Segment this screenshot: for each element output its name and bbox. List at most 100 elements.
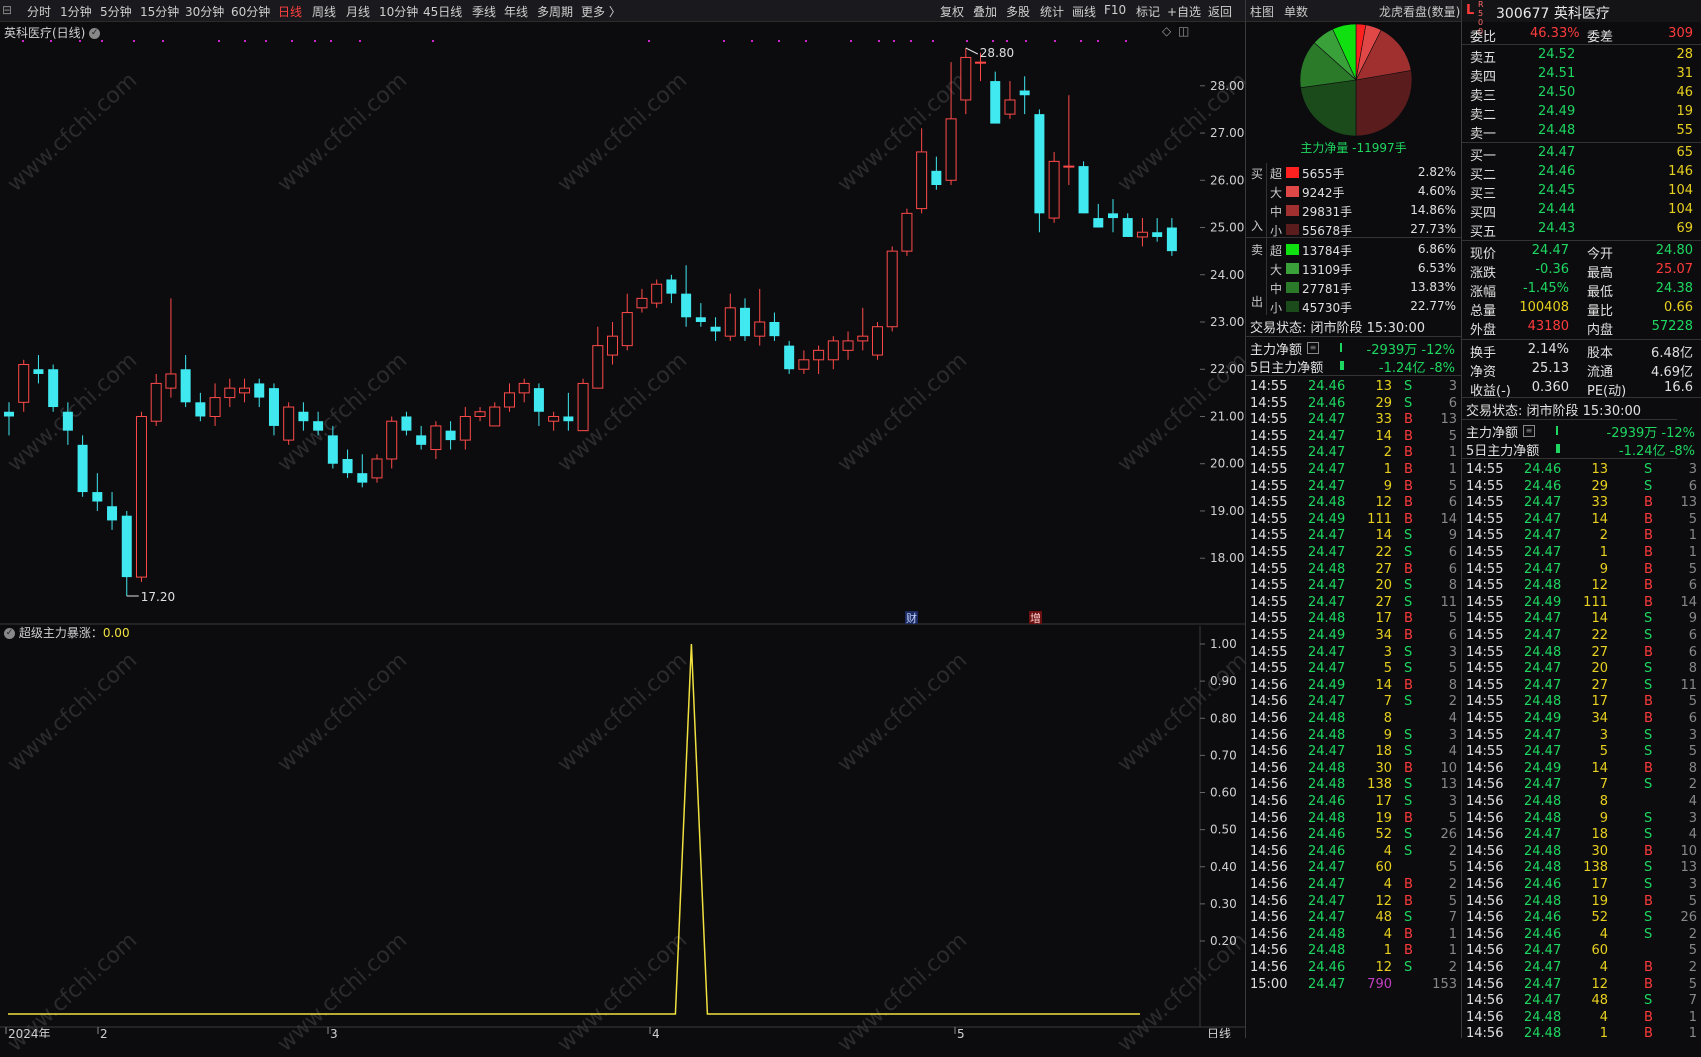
period-tab-1[interactable]: 1分钟 (60, 3, 92, 20)
bid-row[interactable]: 买一 24.47 65 (1462, 145, 1701, 164)
tick-time: 14:56 (1466, 877, 1504, 892)
right-info-icon[interactable]: ≡ (1523, 425, 1535, 437)
candle-body-up (548, 415, 560, 422)
right-tick-list[interactable]: 14:55 24.46 13 S 3 14:55 24.46 29 S 6 14… (1462, 460, 1701, 1038)
high-pointer (965, 47, 979, 55)
tick-side: S (1644, 910, 1653, 926)
tick-time: 14:56 (1466, 827, 1504, 843)
tick-side: B (1404, 478, 1413, 494)
tick-price: 24.46 (1308, 843, 1346, 859)
tick-count: 11 (1680, 677, 1697, 693)
period-tab-14[interactable]: 更多 〉 (581, 3, 621, 20)
tick-count: 5 (1688, 561, 1697, 577)
divider (1462, 339, 1701, 340)
ask-row[interactable]: 卖五 24.52 28 (1462, 47, 1701, 66)
toolbar-item-7[interactable]: +自选 (1167, 3, 1201, 20)
indicator-title: ✓ 超级主力暴涨：0.00 (4, 626, 130, 640)
mid-main-net-bar (1340, 343, 1342, 352)
tick-volume: 18 (1375, 744, 1392, 760)
tick-time: 14:55 (1466, 578, 1504, 594)
tick-price: 24.47 (1524, 993, 1562, 1009)
tick-row: 14:55 24.49 34 B 6 (1462, 711, 1701, 729)
tick-count: 5 (1688, 943, 1697, 959)
tick-price: 24.47 (1308, 545, 1346, 560)
ask-price: 24.48 (1538, 123, 1576, 138)
bid-row[interactable]: 买三 24.45 104 (1462, 183, 1701, 202)
period-tab-13[interactable]: 多周期 (537, 3, 573, 20)
bid-row[interactable]: 买二 24.46 146 (1462, 164, 1701, 183)
tick-volume: 27 (1591, 677, 1608, 693)
tick-side: B (1644, 578, 1653, 594)
tick-row: 14:56 24.48 8 4 (1462, 794, 1701, 812)
tick-volume: 30 (1375, 760, 1392, 776)
toolbar-item-1[interactable]: 叠加 (973, 3, 997, 20)
tick-price: 24.47 (1308, 412, 1346, 428)
toolbar-item-5[interactable]: F10 (1104, 3, 1126, 17)
mid-info-icon[interactable]: ≡ (1307, 342, 1319, 354)
period-tab-11[interactable]: 季线 (472, 3, 496, 20)
tick-price: 24.47 (1524, 744, 1562, 760)
bid-row[interactable]: 买四 24.44 104 (1462, 202, 1701, 221)
signal-dot (850, 40, 852, 42)
tick-side: B (1644, 545, 1653, 560)
tick-time: 14:55 (1250, 528, 1288, 544)
tick-price: 24.48 (1524, 843, 1562, 859)
tick-row: 14:55 24.47 27 S 11 (1462, 678, 1701, 696)
period-tab-7[interactable]: 周线 (312, 3, 336, 20)
tick-time: 14:56 (1466, 760, 1504, 776)
kline-chart[interactable]: 28.0027.0026.0025.0024.0023.0022.0021.00… (0, 22, 1245, 1038)
period-tab-10[interactable]: 45日线 (423, 3, 462, 20)
indicator-value: 0.00 (102, 626, 130, 640)
period-tab-0[interactable]: 分时 (27, 3, 51, 20)
period-tab-6[interactable]: 日线 (278, 3, 302, 20)
toolbar-item-2[interactable]: 多股 (1006, 3, 1030, 20)
signal-dot (910, 40, 912, 42)
toolbar-item-6[interactable]: 标记 (1136, 3, 1160, 20)
bid-row[interactable]: 买五 24.43 69 (1462, 221, 1701, 240)
tab-bar-chart[interactable]: 柱图 (1250, 3, 1274, 20)
ask-row[interactable]: 卖二 24.49 19 (1462, 104, 1701, 123)
toolbar-item-8[interactable]: 返回 (1208, 3, 1232, 20)
ask-row[interactable]: 卖四 24.51 31 (1462, 66, 1701, 85)
tick-row: 14:55 24.47 3 S 3 (1246, 645, 1461, 663)
candle-body-up (224, 387, 236, 399)
toolbar-item-4[interactable]: 画线 (1072, 3, 1096, 20)
tick-side: S (1404, 960, 1413, 975)
period-tab-2[interactable]: 5分钟 (100, 3, 132, 20)
candle-body-down (77, 444, 88, 493)
tick-time: 14:56 (1466, 976, 1504, 992)
tick-volume: 8 (1383, 711, 1392, 726)
period-tab-5[interactable]: 60分钟 (231, 3, 270, 20)
period-tab-8[interactable]: 月线 (346, 3, 370, 20)
settings-icon[interactable]: ✓ (4, 628, 15, 639)
tick-side: B (1644, 495, 1653, 511)
period-tab-3[interactable]: 15分钟 (140, 3, 179, 20)
candle-body-down (180, 369, 191, 403)
ask-volume: 28 (1676, 47, 1693, 62)
period-tab-4[interactable]: 30分钟 (185, 3, 224, 20)
signal-dot (50, 40, 52, 42)
right-five-day-value: -1.24亿 -8% (1618, 444, 1695, 459)
tick-time: 14:56 (1250, 711, 1288, 726)
menu-icon[interactable]: ⊟ (2, 3, 12, 17)
signal-dot (1125, 40, 1127, 42)
quote-value: 100408 (1519, 300, 1569, 315)
period-tab-9[interactable]: 10分钟 (379, 3, 418, 20)
mid-tick-list[interactable]: 14:55 24.46 13 S 3 14:55 24.46 29 S 6 14… (1246, 377, 1461, 1038)
tick-time: 14:55 (1250, 628, 1288, 643)
mid-five-day-value: -1.24亿 -8% (1378, 361, 1455, 376)
flow-color-swatch (1286, 244, 1299, 255)
ask-row[interactable]: 卖一 24.48 55 (1462, 123, 1701, 142)
tick-count: 3 (1688, 462, 1697, 477)
high-price-label: 28.80 (980, 46, 1014, 60)
ask-volume: 55 (1676, 123, 1693, 138)
price-tick-label: 25.00 (1210, 221, 1244, 235)
toolbar-item-0[interactable]: 复权 (940, 3, 964, 20)
right-main-net-label: 主力净额 (1466, 426, 1519, 441)
tick-count: 1 (1448, 943, 1457, 959)
tick-row: 14:56 24.46 52 S 26 (1246, 827, 1461, 845)
tab-count[interactable]: 单数 (1284, 3, 1308, 20)
toolbar-item-3[interactable]: 统计 (1040, 3, 1064, 20)
period-tab-12[interactable]: 年线 (504, 3, 528, 20)
ask-row[interactable]: 卖三 24.50 46 (1462, 85, 1701, 104)
